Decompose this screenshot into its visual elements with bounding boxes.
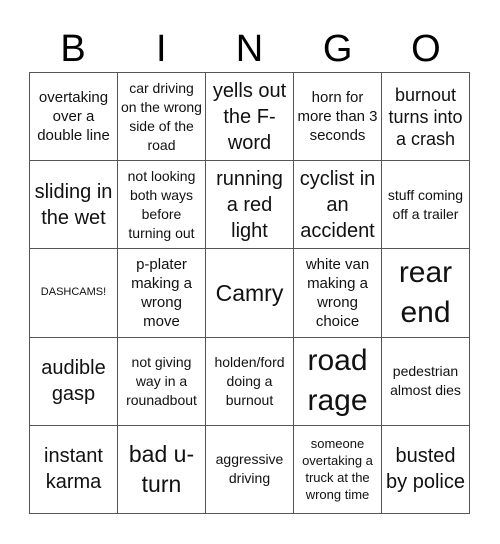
bingo-cell[interactable]: car driving on the wrong side of the roa… xyxy=(118,73,206,162)
cell-text: DASHCAMS! xyxy=(40,286,107,299)
bingo-card-grid: overtaking over a double line car drivin… xyxy=(29,72,470,514)
bingo-cell[interactable]: stuff coming off a trailer xyxy=(382,161,470,250)
bingo-cell[interactable]: p-plater making a wrong move xyxy=(118,249,206,338)
bingo-cell-free[interactable]: DASHCAMS! xyxy=(30,249,118,338)
cell-text: busted by police xyxy=(386,445,465,494)
cell-text: stuff coming off a trailer xyxy=(387,186,464,222)
bingo-cell[interactable]: horn for more than 3 seconds xyxy=(294,73,382,162)
cell-text: bad u-turn xyxy=(128,441,195,498)
bingo-cell[interactable]: pedestrian almost dies xyxy=(382,337,470,426)
bingo-cell[interactable]: overtaking over a double line xyxy=(30,73,118,162)
cell-text: running a red light xyxy=(216,167,283,242)
bingo-cell[interactable]: someone overtaking a truck at the wrong … xyxy=(294,425,382,514)
cell-text: rear end xyxy=(398,255,453,329)
header-letter-n: N xyxy=(235,28,264,70)
cell-text: car driving on the wrong side of the roa… xyxy=(121,79,202,153)
cell-text: someone overtaking a truck at the wrong … xyxy=(302,436,373,503)
bingo-cell[interactable]: audible gasp xyxy=(30,337,118,426)
bingo-cell[interactable]: yells out the F-word xyxy=(206,73,294,162)
cell-text: audible gasp xyxy=(41,357,106,406)
cell-text: holden/ford doing a burnout xyxy=(214,353,285,408)
cell-text: overtaking over a double line xyxy=(37,89,110,145)
header-letter-o: O xyxy=(411,28,441,70)
bingo-cell[interactable]: not looking both ways before turning out xyxy=(118,161,206,250)
cell-text: cyclist in an accident xyxy=(299,167,376,242)
header-letter-i: I xyxy=(156,28,167,70)
bingo-cell[interactable]: cyclist in an accident xyxy=(294,161,382,250)
cell-text: white van making a wrong choice xyxy=(305,255,370,330)
cell-text: not giving way in a rounadbout xyxy=(126,353,197,408)
bingo-cell[interactable]: holden/ford doing a burnout xyxy=(206,337,294,426)
bingo-cell[interactable]: bad u-turn xyxy=(118,425,206,514)
bingo-cell[interactable]: instant karma xyxy=(30,425,118,514)
bingo-cell[interactable]: Camry xyxy=(206,249,294,338)
cell-text: not looking both ways before turning out xyxy=(127,167,196,241)
bingo-cell[interactable]: busted by police xyxy=(382,425,470,514)
bingo-cell[interactable]: aggressive driving xyxy=(206,425,294,514)
bingo-cell[interactable]: road rage xyxy=(294,337,382,426)
cell-text: road rage xyxy=(307,344,368,418)
bingo-cell[interactable]: not giving way in a rounadbout xyxy=(118,337,206,426)
cell-text: horn for more than 3 seconds xyxy=(297,89,378,145)
cell-text: Camry xyxy=(215,279,284,306)
header-letter-b: B xyxy=(60,28,86,70)
cell-text: yells out the F-word xyxy=(212,79,287,154)
cell-text: aggressive driving xyxy=(215,451,284,487)
header-letter-g: G xyxy=(322,28,353,70)
cell-text: burnout turns into a crash xyxy=(388,84,463,149)
cell-text: pedestrian almost dies xyxy=(390,363,461,399)
bingo-cell[interactable]: rear end xyxy=(382,249,470,338)
bingo-cell[interactable]: burnout turns into a crash xyxy=(382,73,470,162)
cell-text: instant karma xyxy=(44,445,103,494)
cell-text: p-plater making a wrong move xyxy=(131,255,192,330)
bingo-header: B I N G O xyxy=(29,26,470,72)
bingo-cell[interactable]: sliding in the wet xyxy=(30,161,118,250)
bingo-cell[interactable]: white van making a wrong choice xyxy=(294,249,382,338)
bingo-cell[interactable]: running a red light xyxy=(206,161,294,250)
cell-text: sliding in the wet xyxy=(34,180,113,229)
